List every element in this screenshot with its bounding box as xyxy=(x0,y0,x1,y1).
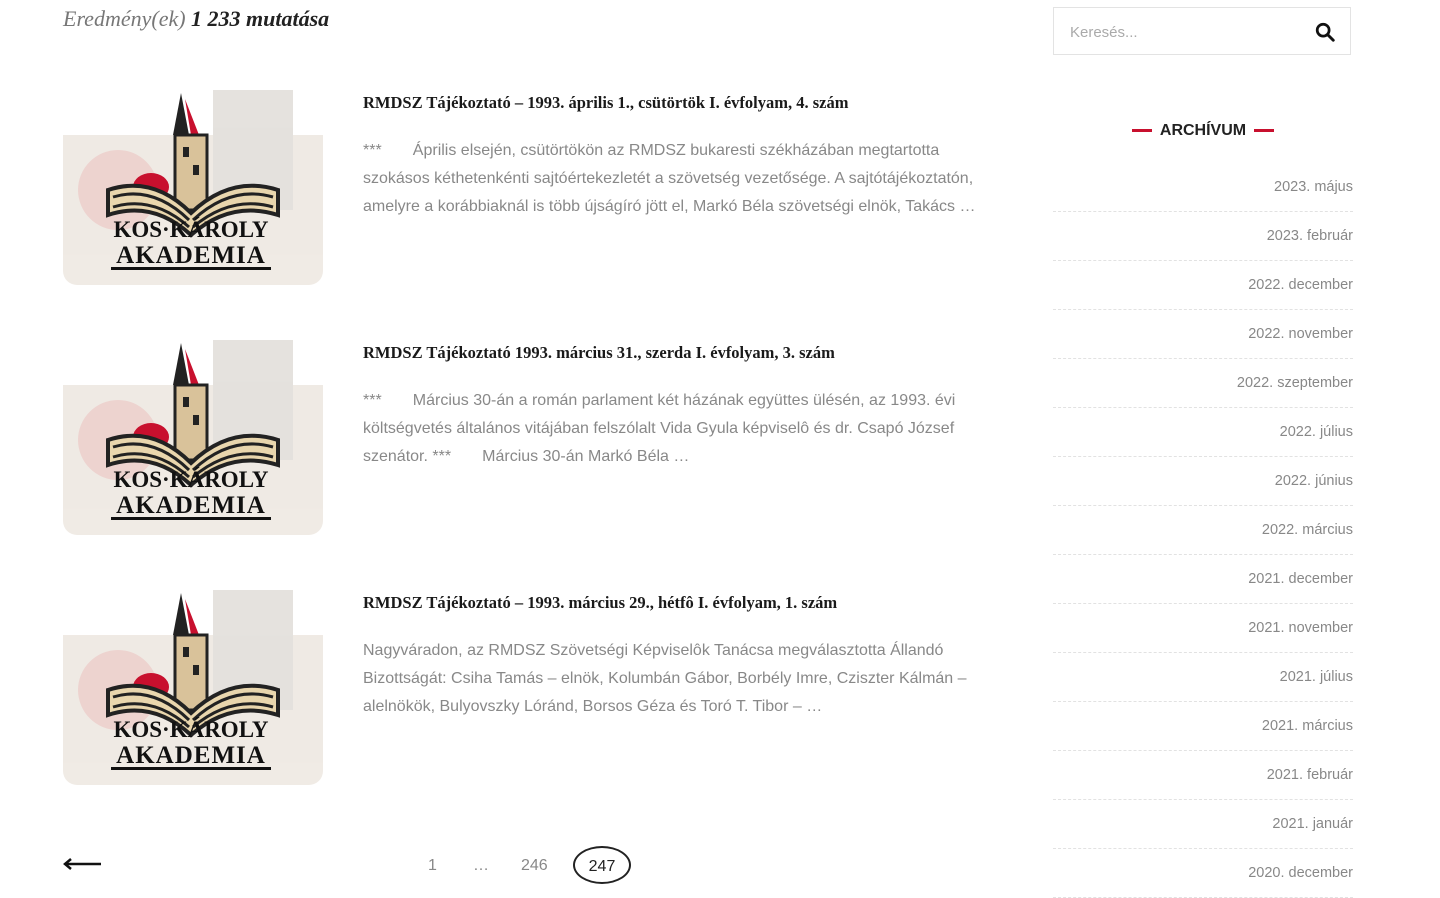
logo-line2: AKADEMIA xyxy=(116,492,266,519)
post-item: KOS·KÁROLY AKADEMIA RMDSZ Tájékoztató 19… xyxy=(63,335,988,535)
heading-dash-left xyxy=(1131,129,1152,133)
logo-line2: AKADEMIA xyxy=(116,742,266,769)
archive-item[interactable]: 2022. december xyxy=(1053,261,1353,310)
search-form xyxy=(1053,7,1351,56)
page-ellipsis: … xyxy=(473,857,489,874)
archive-item[interactable]: 2021. november xyxy=(1053,604,1353,653)
heading-dash-right xyxy=(1254,129,1275,133)
search-input[interactable] xyxy=(1068,8,1302,56)
post-excerpt: Nagyváradon, az RMDSZ Szövetségi Képvise… xyxy=(363,642,971,715)
kos-karoly-akademia-logo: KOS·KÁROLY AKADEMIA xyxy=(63,90,323,285)
archive-item[interactable]: 2020. december xyxy=(1053,849,1353,898)
post-title-link[interactable]: RMDSZ Tájékoztató 1993. március 31., sze… xyxy=(363,343,835,363)
archive-item[interactable]: 2023. február xyxy=(1053,212,1353,261)
post-title-link[interactable]: RMDSZ Tájékoztató – 1993. március 29., h… xyxy=(363,593,837,613)
archive-item[interactable]: 2021. július xyxy=(1053,653,1353,702)
archive-item[interactable]: 2023. május xyxy=(1053,163,1353,212)
archive-list: 2023. május 2023. február 2022. december… xyxy=(1053,163,1353,898)
page-link-246[interactable]: 246 xyxy=(521,852,548,880)
search-icon[interactable] xyxy=(1314,21,1336,43)
archive-title-text: ARCHÍVUM xyxy=(1159,122,1247,139)
post-thumbnail[interactable]: KOS·KÁROLY AKADEMIA xyxy=(63,585,323,785)
results-number: 1 233 mutatása xyxy=(191,6,330,31)
prev-page-arrow-icon[interactable] xyxy=(63,856,103,872)
results-prefix: Eredmény(ek) xyxy=(63,6,186,31)
archive-item[interactable]: 2022. március xyxy=(1053,506,1353,555)
post-thumbnail[interactable]: KOS·KÁROLY AKADEMIA xyxy=(63,85,323,285)
page-current: 247 xyxy=(573,846,631,884)
archive-item[interactable]: 2021. február xyxy=(1053,751,1353,800)
logo-line1: KOS·KÁROLY xyxy=(113,717,268,742)
archive-item[interactable]: 2021. március xyxy=(1053,702,1353,751)
archive-item[interactable]: 2022. szeptember xyxy=(1053,359,1353,408)
post-excerpt: *** Március 30-án a román parlament két … xyxy=(363,392,960,465)
page-link-1[interactable]: 1 xyxy=(428,852,437,880)
results-count: Eredmény(ek) 1 233 mutatása xyxy=(63,6,329,32)
archive-item[interactable]: 2022. november xyxy=(1053,310,1353,359)
logo-line2: AKADEMIA xyxy=(116,242,266,269)
logo-line1: KOS·KÁROLY xyxy=(113,217,268,242)
post-item: KOS·KÁROLY AKADEMIA RMDSZ Tájékoztató – … xyxy=(63,85,988,285)
archive-heading: ARCHÍVUM xyxy=(1053,122,1353,140)
kos-karoly-akademia-logo: KOS·KÁROLY AKADEMIA xyxy=(63,590,323,785)
archive-item[interactable]: 2022. július xyxy=(1053,408,1353,457)
kos-karoly-akademia-logo: KOS·KÁROLY AKADEMIA xyxy=(63,340,323,535)
post-thumbnail[interactable]: KOS·KÁROLY AKADEMIA xyxy=(63,335,323,535)
archive-item[interactable]: 2021. január xyxy=(1053,800,1353,849)
archive-item[interactable]: 2021. december xyxy=(1053,555,1353,604)
post-item: KOS·KÁROLY AKADEMIA RMDSZ Tájékoztató – … xyxy=(63,585,988,785)
archive-item[interactable]: 2022. június xyxy=(1053,457,1353,506)
post-title-link[interactable]: RMDSZ Tájékoztató – 1993. április 1., cs… xyxy=(363,93,849,113)
post-excerpt: *** Április elsején, csütörtökön az RMDS… xyxy=(363,142,978,215)
logo-line1: KOS·KÁROLY xyxy=(113,467,268,492)
